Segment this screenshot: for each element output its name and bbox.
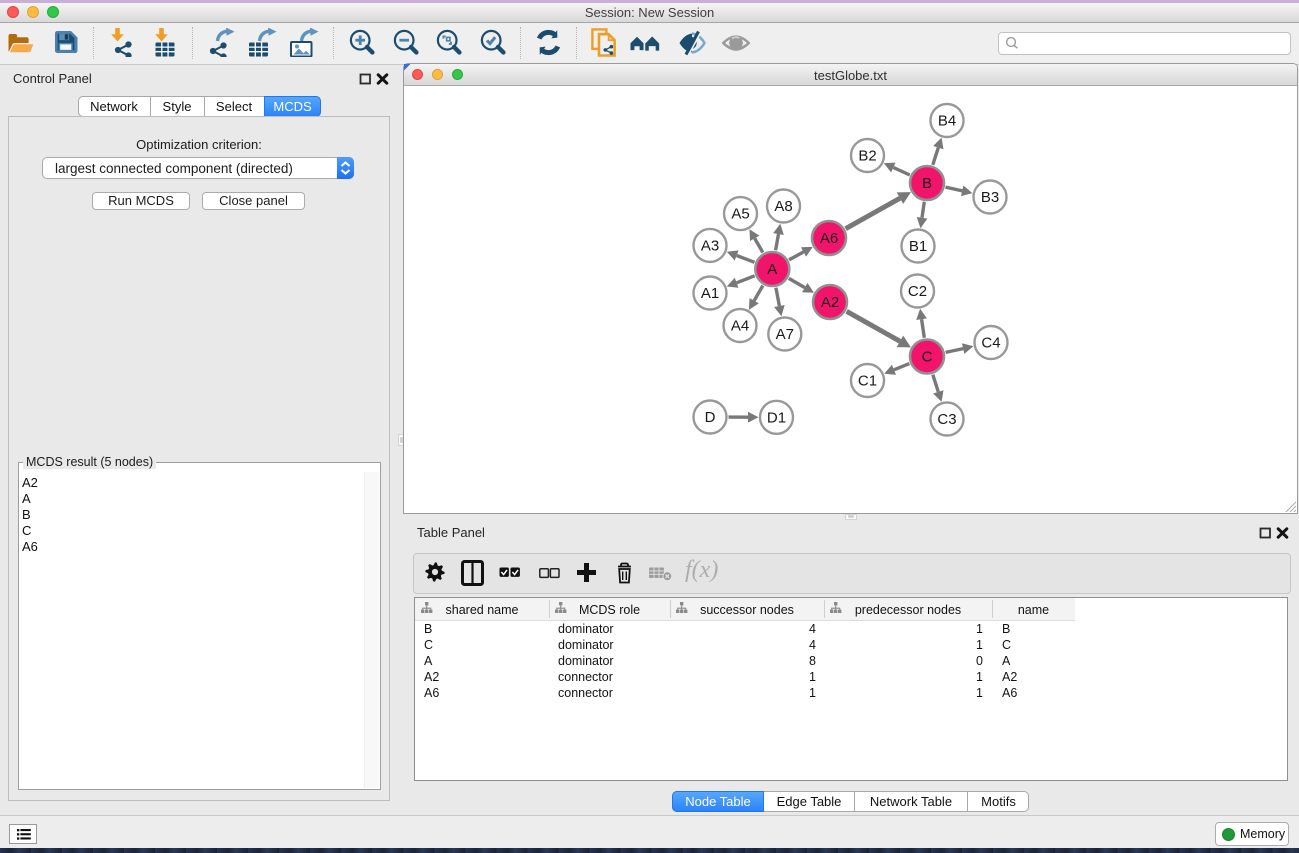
- svg-text:C4: C4: [981, 335, 1000, 352]
- svg-text:A: A: [767, 261, 777, 278]
- svg-text:C1: C1: [858, 373, 877, 390]
- svg-text:D1: D1: [767, 409, 786, 426]
- svg-text:C3: C3: [937, 411, 956, 428]
- svg-text:A8: A8: [774, 198, 792, 215]
- svg-text:A3: A3: [701, 237, 719, 254]
- svg-text:A7: A7: [776, 326, 794, 343]
- svg-text:A2: A2: [821, 294, 839, 311]
- svg-text:C: C: [922, 349, 933, 366]
- svg-text:A6: A6: [820, 230, 838, 247]
- svg-text:A5: A5: [731, 206, 749, 223]
- svg-text:D: D: [705, 409, 716, 426]
- svg-text:A1: A1: [701, 285, 719, 302]
- svg-text:B1: B1: [909, 238, 927, 255]
- svg-text:B4: B4: [938, 113, 956, 130]
- svg-text:C2: C2: [908, 283, 927, 300]
- svg-text:B: B: [922, 175, 932, 192]
- svg-text:B2: B2: [858, 148, 876, 165]
- svg-text:A4: A4: [731, 318, 749, 335]
- svg-text:B3: B3: [981, 189, 999, 206]
